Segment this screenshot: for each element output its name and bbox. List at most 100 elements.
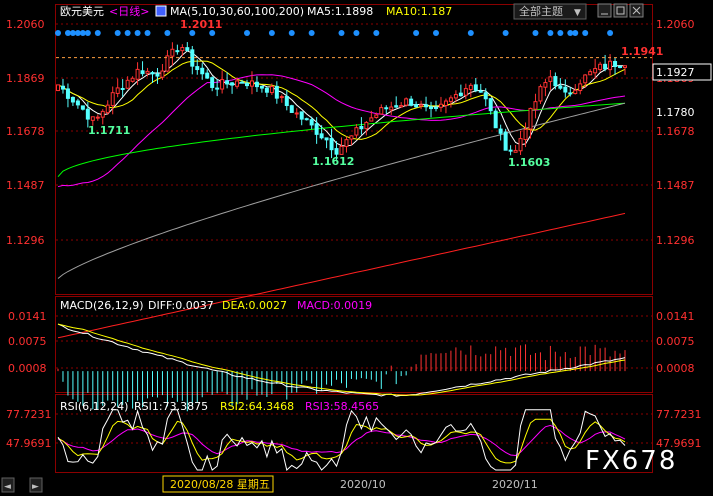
- candle-body: [419, 104, 424, 107]
- candle-body: [175, 50, 180, 53]
- current-price-label: 1.1927: [656, 66, 695, 79]
- rsi-title: RSI(6,12,24): [60, 400, 128, 413]
- candle-body: [603, 63, 608, 70]
- period-label[interactable]: <日线>: [109, 4, 149, 18]
- candle-body: [458, 92, 463, 97]
- candle-body: [438, 103, 443, 108]
- y-tick-right: 1.1487: [656, 179, 695, 192]
- event-dot: [288, 30, 295, 36]
- event-dot: [353, 30, 360, 36]
- candle-body: [264, 87, 269, 93]
- candle-body: [568, 92, 573, 95]
- event-dot: [244, 30, 250, 36]
- candle-body: [533, 101, 538, 110]
- low1-annotation: 1.1711: [88, 124, 130, 137]
- candle-body: [573, 89, 578, 95]
- candle-body: [369, 117, 374, 122]
- event-dot: [467, 30, 474, 36]
- candle-body: [379, 107, 384, 115]
- candle-body: [538, 86, 543, 102]
- date-axis-bar: ◄ ► 2020/08/28 星期五 2020/10 2020/11: [0, 474, 713, 496]
- candle-body: [623, 65, 627, 68]
- candle-body: [349, 135, 354, 140]
- candle-body: [155, 73, 160, 77]
- candle-body: [434, 106, 438, 109]
- candle-body: [70, 96, 75, 103]
- candle-body: [205, 72, 210, 79]
- candle-body: [483, 92, 488, 100]
- y-tick-right: 1.1296: [656, 234, 695, 247]
- event-dot: [413, 30, 420, 36]
- macd-y-tick-right: 0.0008: [656, 362, 695, 375]
- macd-dea-value: DEA:0.0027: [222, 299, 287, 312]
- candle-body: [389, 106, 394, 111]
- candle-body: [384, 107, 389, 110]
- candle-body: [254, 81, 259, 88]
- candle-body: [319, 133, 324, 139]
- minimize-icon[interactable]: [597, 3, 612, 18]
- low2-annotation: 1.1612: [312, 155, 354, 168]
- y-tick-right: 1.2060: [656, 18, 695, 31]
- candle-body: [245, 82, 249, 87]
- scroll-left-icon: ◄: [4, 482, 11, 492]
- candle-body: [409, 98, 414, 106]
- candle-body: [115, 87, 120, 94]
- restore-icon[interactable]: [613, 3, 628, 18]
- candle-body: [145, 70, 150, 74]
- candle-body: [468, 84, 473, 91]
- theme-dropdown-label: 全部主题: [519, 4, 563, 18]
- candle-body: [593, 68, 598, 74]
- event-dot: [84, 30, 91, 36]
- rsi-legend: RSI(6,12,24) RSI1:73.3875 RSI2:64.3468 R…: [60, 400, 379, 413]
- candle-body: [294, 112, 299, 115]
- macd-right-axis: 0.0141 0.0075 0.0008: [656, 310, 695, 375]
- theme-dropdown[interactable]: 全部主题 ▼: [513, 3, 587, 20]
- month-label-oct: 2020/10: [340, 478, 386, 491]
- candle-body: [334, 148, 339, 155]
- event-dot: [268, 30, 275, 36]
- candle-body: [453, 94, 458, 99]
- candle-body: [150, 72, 155, 75]
- candle-body: [608, 60, 613, 71]
- event-dot: [94, 30, 101, 36]
- candle-body: [165, 55, 170, 72]
- highlighted-date: 2020/08/28 星期五: [170, 478, 270, 491]
- candle-body: [463, 88, 468, 96]
- candle-body: [230, 82, 235, 86]
- event-dot: [502, 30, 509, 36]
- y-tick-left: 1.1678: [6, 125, 45, 138]
- high-annotation: 1.2011: [180, 18, 222, 31]
- y-tick-right: 1.1678: [656, 125, 695, 138]
- candle-body: [324, 137, 329, 141]
- candle-body: [364, 121, 369, 130]
- candle-body: [100, 110, 105, 118]
- candle-body: [528, 107, 533, 130]
- event-dot: [557, 30, 564, 36]
- candle-body: [56, 84, 60, 92]
- window-controls: [597, 3, 644, 18]
- candle-body: [488, 98, 493, 112]
- rsi1-value: RSI1:73.3875: [134, 400, 208, 413]
- candle-body: [95, 116, 100, 119]
- candle-body: [473, 84, 478, 91]
- candle-body: [170, 48, 175, 57]
- macd-y-tick-left: 0.0075: [8, 335, 47, 348]
- rsi-y-tick-left: 47.9691: [6, 437, 52, 450]
- candle-body: [618, 65, 623, 68]
- candle-body: [374, 114, 379, 118]
- scroll-right-icon: ►: [32, 482, 39, 492]
- rsi-y-tick-left: 77.7231: [6, 408, 52, 421]
- candle-body: [90, 116, 95, 121]
- forex-chart[interactable]: 1.2060 1.1869 1.1678 1.1487 1.1296 1.2060 1.1…: [0, 0, 713, 496]
- candle-body: [498, 128, 503, 134]
- candle-body: [339, 145, 344, 155]
- candle-body: [60, 85, 65, 90]
- candle-body: [588, 71, 593, 76]
- candle-body: [443, 100, 448, 107]
- candle-body: [448, 97, 453, 102]
- candle-body: [309, 119, 314, 126]
- rsi-y-tick-right: 77.7231: [656, 408, 702, 421]
- candle-body: [304, 118, 309, 121]
- event-dot: [134, 30, 141, 36]
- candle-body: [120, 87, 125, 90]
